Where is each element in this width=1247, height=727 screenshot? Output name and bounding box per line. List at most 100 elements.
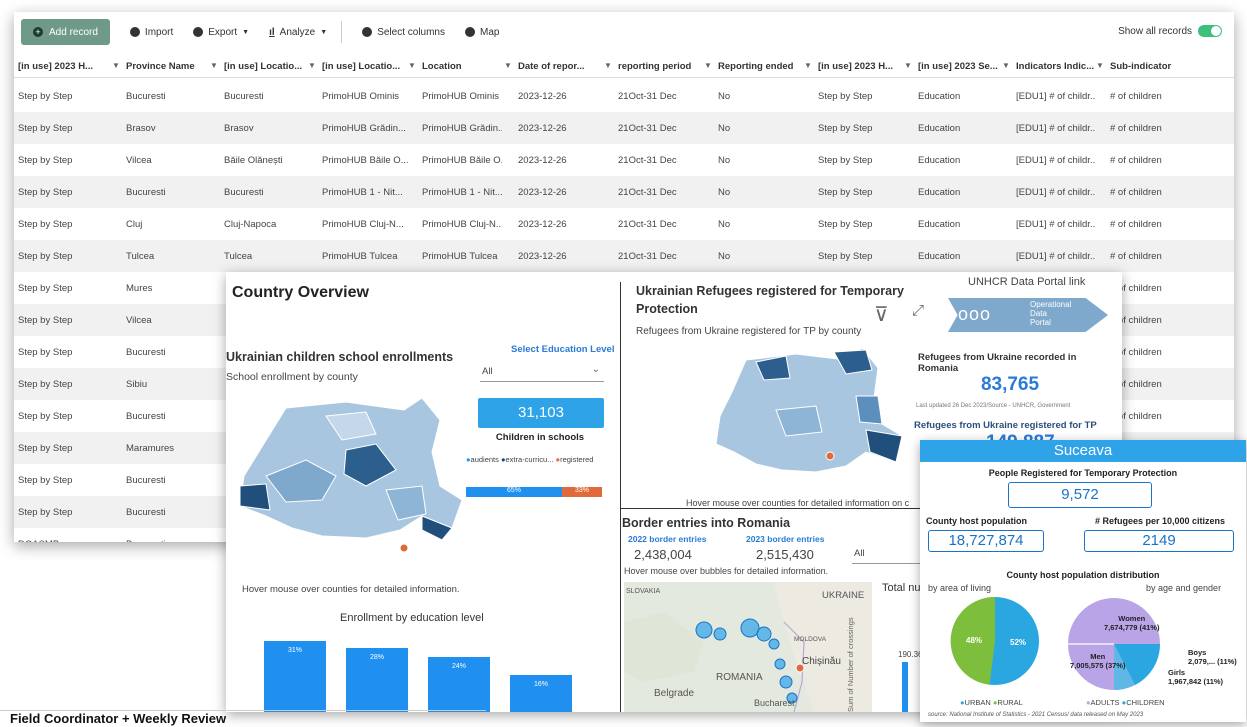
- columns-icon: [362, 27, 373, 37]
- table-row[interactable]: Step by Step Brasov Brasov PrimoHUB Grădin.…: [14, 112, 1234, 144]
- bar-chart-icon: ıl: [269, 26, 275, 38]
- show-all-toggle[interactable]: [1198, 25, 1222, 37]
- table-cell: 2023-12-26: [518, 155, 567, 166]
- analyze-button[interactable]: ıl Analyze ▼: [269, 27, 327, 38]
- column-header[interactable]: Location: [422, 61, 502, 72]
- table-row[interactable]: Step by Step Bucuresti Bucuresti PrimoHUB 1…: [14, 176, 1234, 208]
- border-2022-value: 2,438,004: [634, 547, 692, 562]
- operational-data-portal-button[interactable]: ooo Operational Data Portal: [948, 298, 1108, 332]
- table-cell: Bucuresti: [126, 411, 166, 422]
- area-pie-chart[interactable]: [950, 596, 1040, 686]
- column-header[interactable]: reporting period: [618, 61, 696, 72]
- table-cell: Bucuresti: [126, 187, 166, 198]
- filter-icon[interactable]: ▼: [804, 61, 812, 70]
- column-header[interactable]: Province Name: [126, 61, 206, 72]
- recorded-kpi-card: Refugees from Ukraine recorded in Romani…: [912, 348, 1108, 416]
- map-button[interactable]: Map: [465, 27, 499, 38]
- education-level-select[interactable]: All ⌄: [480, 362, 604, 382]
- table-cell: Bucuresti: [126, 475, 166, 486]
- table-cell: Vilcea: [126, 155, 152, 166]
- table-cell: Mures: [126, 283, 153, 294]
- table-cell: Step by Step: [18, 155, 73, 166]
- women-value: 7,674,779 (41%): [1104, 623, 1160, 632]
- table-cell: [EDU1] # of childr...: [1016, 187, 1096, 198]
- expand-icon[interactable]: ⤢: [912, 302, 924, 319]
- filter-icon[interactable]: ▼: [210, 61, 218, 70]
- filter-icon[interactable]: ▼: [704, 61, 712, 70]
- per10k-value: 2149: [1084, 530, 1234, 552]
- column-header[interactable]: [in use] Locatio...: [224, 61, 306, 72]
- toolbar-divider: [341, 21, 343, 43]
- analyze-label: Analyze: [279, 26, 316, 38]
- rural-pct: 48%: [966, 636, 983, 645]
- table-cell: Education: [918, 155, 961, 166]
- map-label-belgrade: Belgrade: [654, 688, 695, 699]
- table-cell: PrimoHUB Cluj-N...: [322, 219, 404, 230]
- table-cell: Tulcea: [224, 251, 253, 262]
- weekly-review-title: Field Coordinator + Weekly Review: [0, 710, 486, 727]
- table-cell: [EDU1] # of childr...: [1016, 251, 1096, 262]
- column-header[interactable]: [in use] 2023 H...: [18, 61, 106, 72]
- column-header[interactable]: [in use] 2023 Se...: [918, 61, 1002, 72]
- romania-refugee-map[interactable]: [706, 340, 916, 490]
- add-record-button[interactable]: + Add record: [21, 19, 110, 45]
- table-cell: # of children: [1110, 379, 1162, 390]
- table-cell: PrimoHUB Ominis: [322, 91, 400, 102]
- select-columns-button[interactable]: Select columns: [362, 27, 445, 38]
- table-cell: No: [718, 155, 731, 166]
- column-header[interactable]: Indicators Indic...: [1016, 61, 1096, 72]
- table-cell: # of children: [1110, 155, 1162, 166]
- education-level-bar[interactable]: 31%: [264, 640, 326, 712]
- column-header[interactable]: Date of repor...: [518, 61, 596, 72]
- table-cell: Maramures: [126, 443, 175, 454]
- enroll-subtitle: School enrollment by county: [226, 371, 358, 383]
- table-cell: # of children: [1110, 347, 1162, 358]
- education-level-bar[interactable]: 16%: [510, 675, 572, 712]
- filter-icon[interactable]: ⊽: [874, 302, 889, 327]
- export-button[interactable]: Export ▼: [193, 27, 249, 38]
- filter-icon[interactable]: ▼: [112, 61, 120, 70]
- education-level-bar[interactable]: 28%: [346, 647, 408, 712]
- filter-icon[interactable]: ▼: [504, 61, 512, 70]
- children-kpi-label: Children in schools: [495, 432, 585, 443]
- select-columns-label: Select columns: [377, 26, 445, 38]
- border-title: Border entries into Romania: [622, 516, 791, 530]
- table-cell: PrimoHUB Grădin...: [422, 123, 502, 134]
- table-cell: 21Oct-31 Dec: [618, 251, 677, 262]
- table-cell: Step by Step: [818, 91, 873, 102]
- filter-icon[interactable]: ▼: [1002, 61, 1010, 70]
- filter-icon[interactable]: ▼: [904, 61, 912, 70]
- romania-enrollment-map[interactable]: [226, 390, 462, 570]
- column-header[interactable]: Sub-indicator: [1110, 61, 1190, 72]
- table-cell: Sibiu: [126, 379, 148, 390]
- education-level-bar[interactable]: 24%: [428, 656, 490, 712]
- source-note: source: National Institute of Statistics…: [928, 712, 1144, 718]
- stack-bar-registered: 33%: [562, 487, 602, 497]
- table-cell: 2023-12-26: [518, 251, 567, 262]
- refugee-title-line2: Protection: [636, 302, 698, 316]
- filter-icon[interactable]: ▼: [408, 61, 416, 70]
- column-header[interactable]: [in use] 2023 H...: [818, 61, 902, 72]
- table-row[interactable]: Step by Step Vilcea Băile Olănești PrimoHUB…: [14, 144, 1234, 176]
- import-button[interactable]: Import: [129, 27, 173, 38]
- table-row[interactable]: Step by Step Bucuresti Bucuresti PrimoHUB O…: [14, 80, 1234, 112]
- column-header[interactable]: [in use] Locatio...: [322, 61, 410, 72]
- column-header[interactable]: Reporting ended: [718, 61, 798, 72]
- table-cell: Step by Step: [18, 411, 73, 422]
- table-cell: Bucuresti: [126, 507, 166, 518]
- enroll-title: Ukrainian children school enrollments: [226, 350, 454, 364]
- filter-icon[interactable]: ▼: [308, 61, 316, 70]
- filter-icon[interactable]: ▼: [1096, 61, 1104, 70]
- map-label-chisinau: Chișinău: [802, 656, 841, 667]
- legend-children: CHILDREN: [1126, 698, 1165, 707]
- table-cell: Education: [918, 251, 961, 262]
- table-row[interactable]: Step by Step Tulcea Tulcea PrimoHUB Tulcea P…: [14, 240, 1234, 272]
- map-label: Map: [480, 26, 500, 38]
- table-row[interactable]: Step by Step Cluj Cluj-Napoca PrimoHUB Cluj…: [14, 208, 1234, 240]
- table-cell: 2023-12-26: [518, 187, 567, 198]
- show-all-records: Show all records: [1118, 25, 1222, 37]
- age-gender-pie-chart[interactable]: [1064, 596, 1164, 692]
- filter-icon[interactable]: ▼: [604, 61, 612, 70]
- table-cell: 2023-12-26: [518, 123, 567, 134]
- table-cell: Bucuresti: [126, 539, 206, 542]
